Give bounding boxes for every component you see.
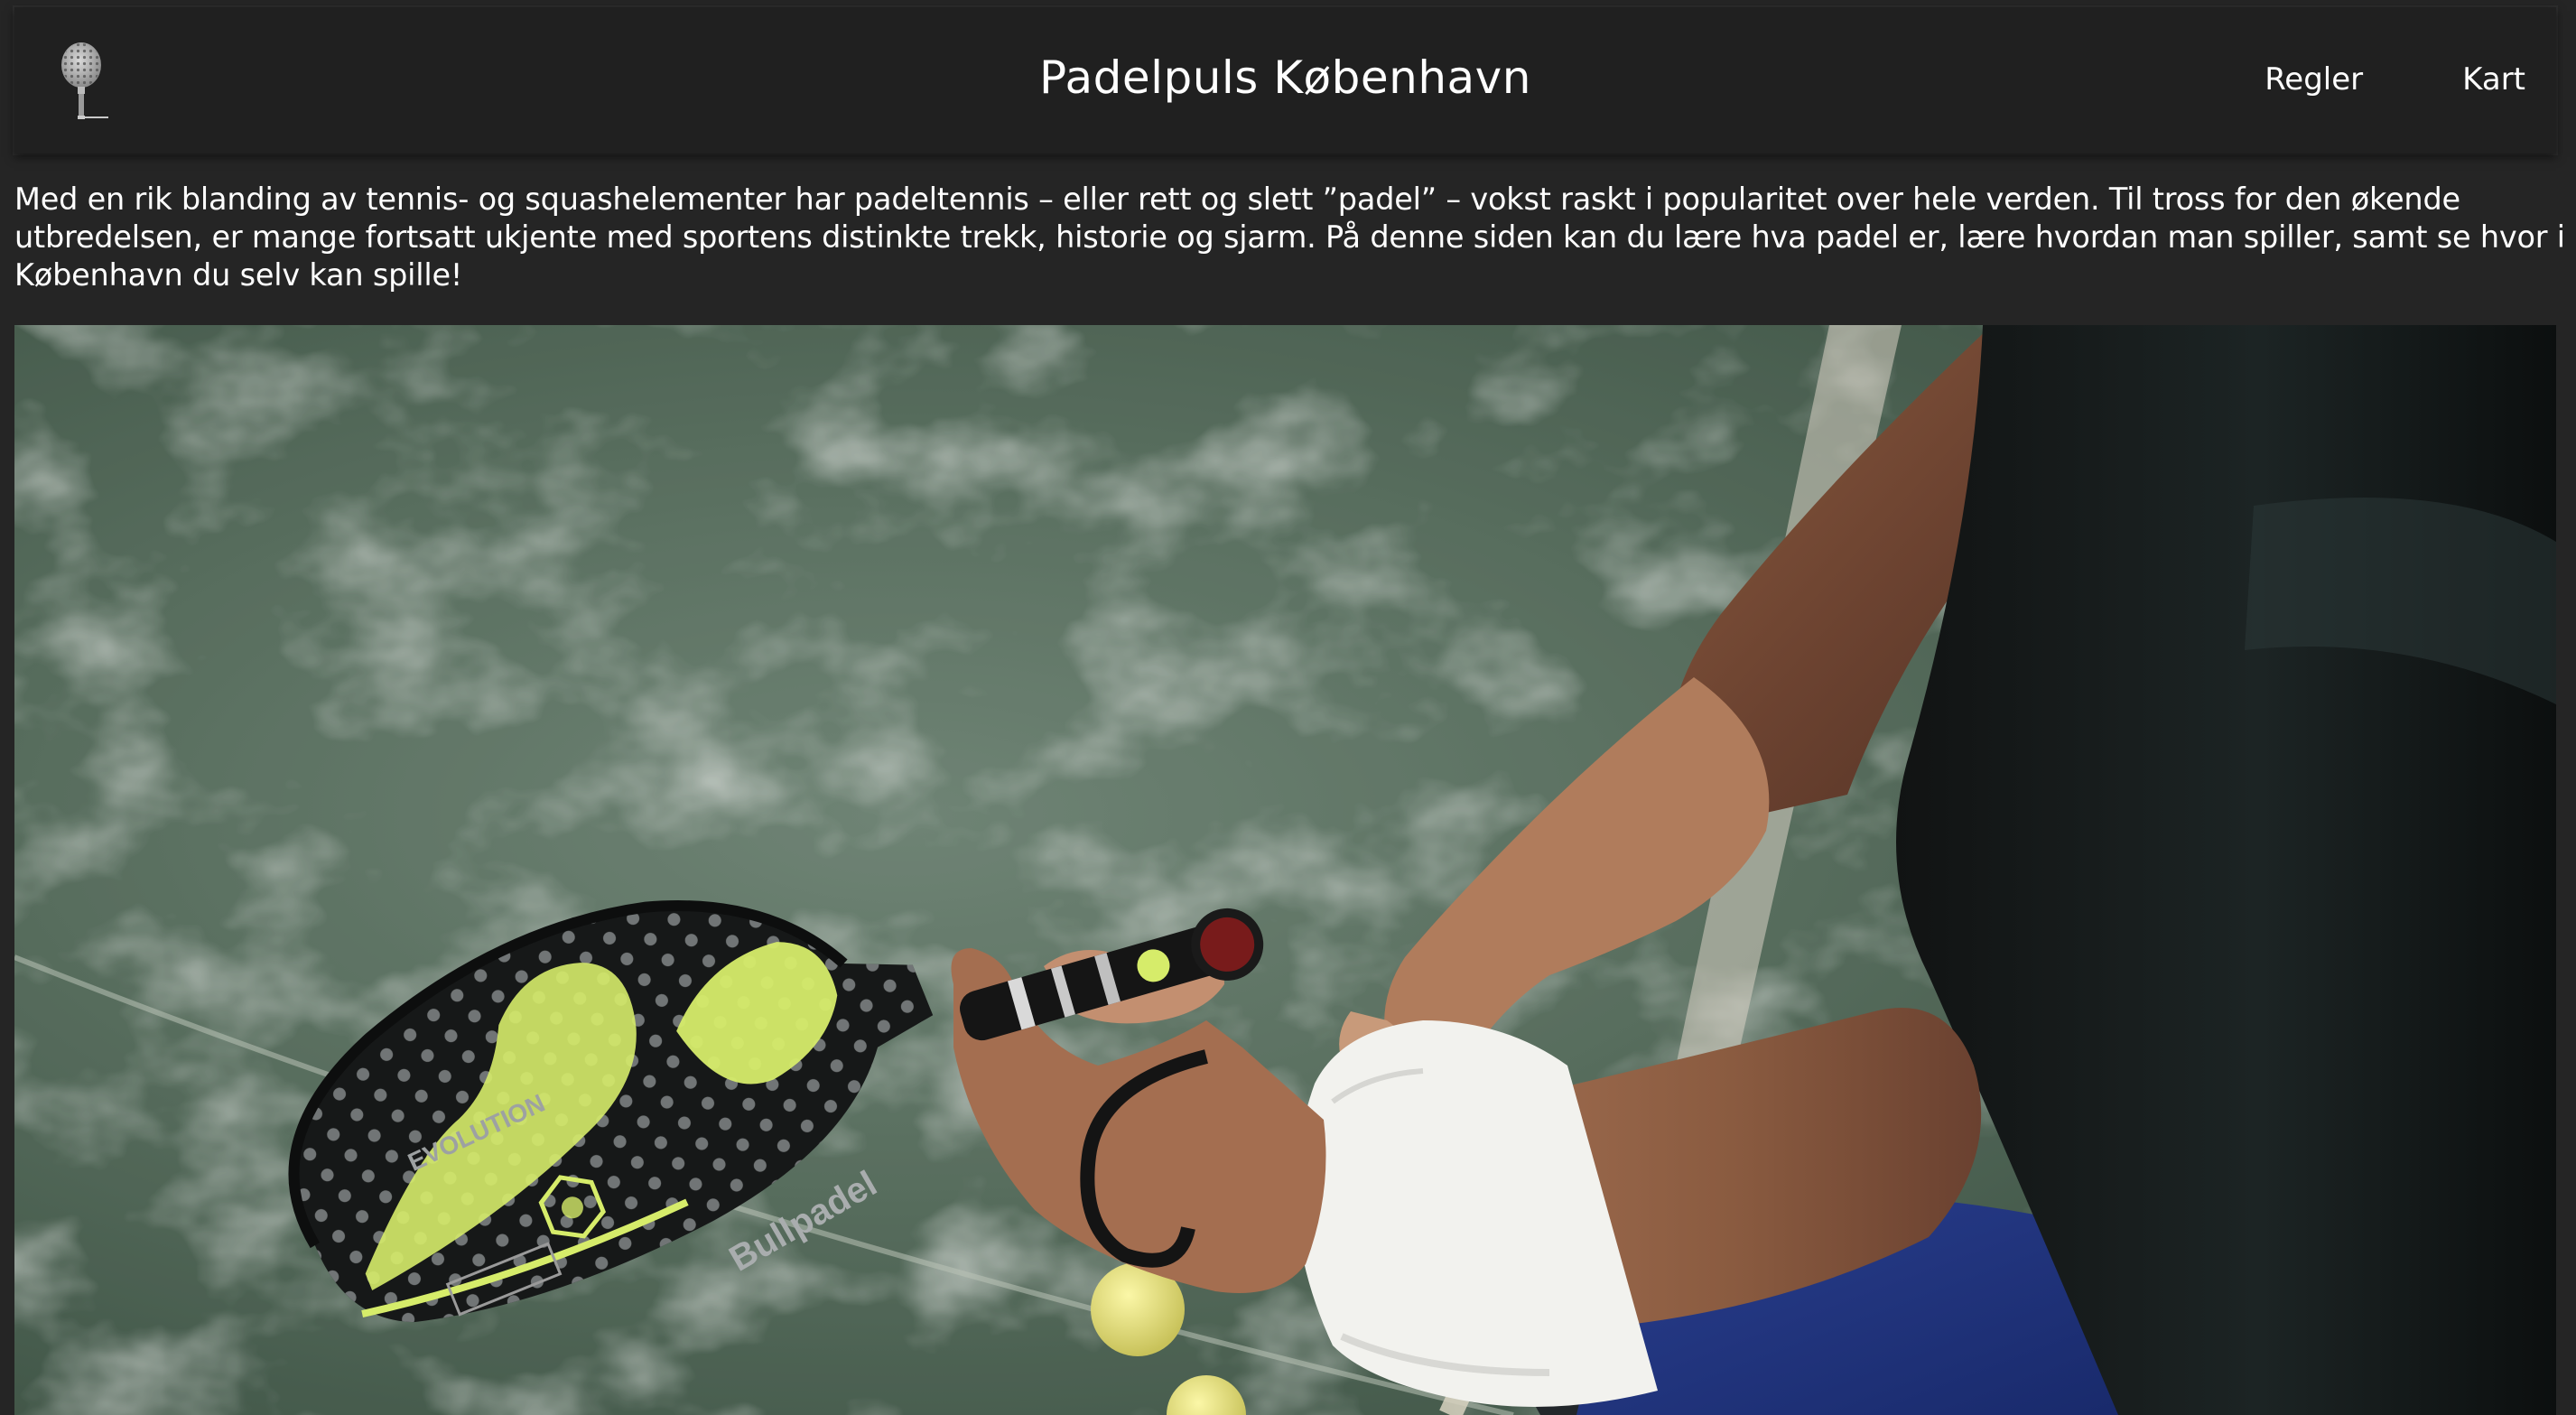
site-header: Padelpuls København Regler Kart [14,7,2556,154]
main-nav: Regler Kart [2264,61,2525,98]
hero-image: Bullpadel EVOLUTION [14,325,2556,1415]
nav-link-regler[interactable]: Regler [2264,61,2363,98]
padel-player-illustration: Bullpadel EVOLUTION [14,325,2556,1415]
nav-link-kart[interactable]: Kart [2462,61,2525,98]
intro-paragraph: Med en rik blanding av tennis- og squash… [14,182,2565,293]
site-title: Padelpuls København [1039,51,1531,104]
